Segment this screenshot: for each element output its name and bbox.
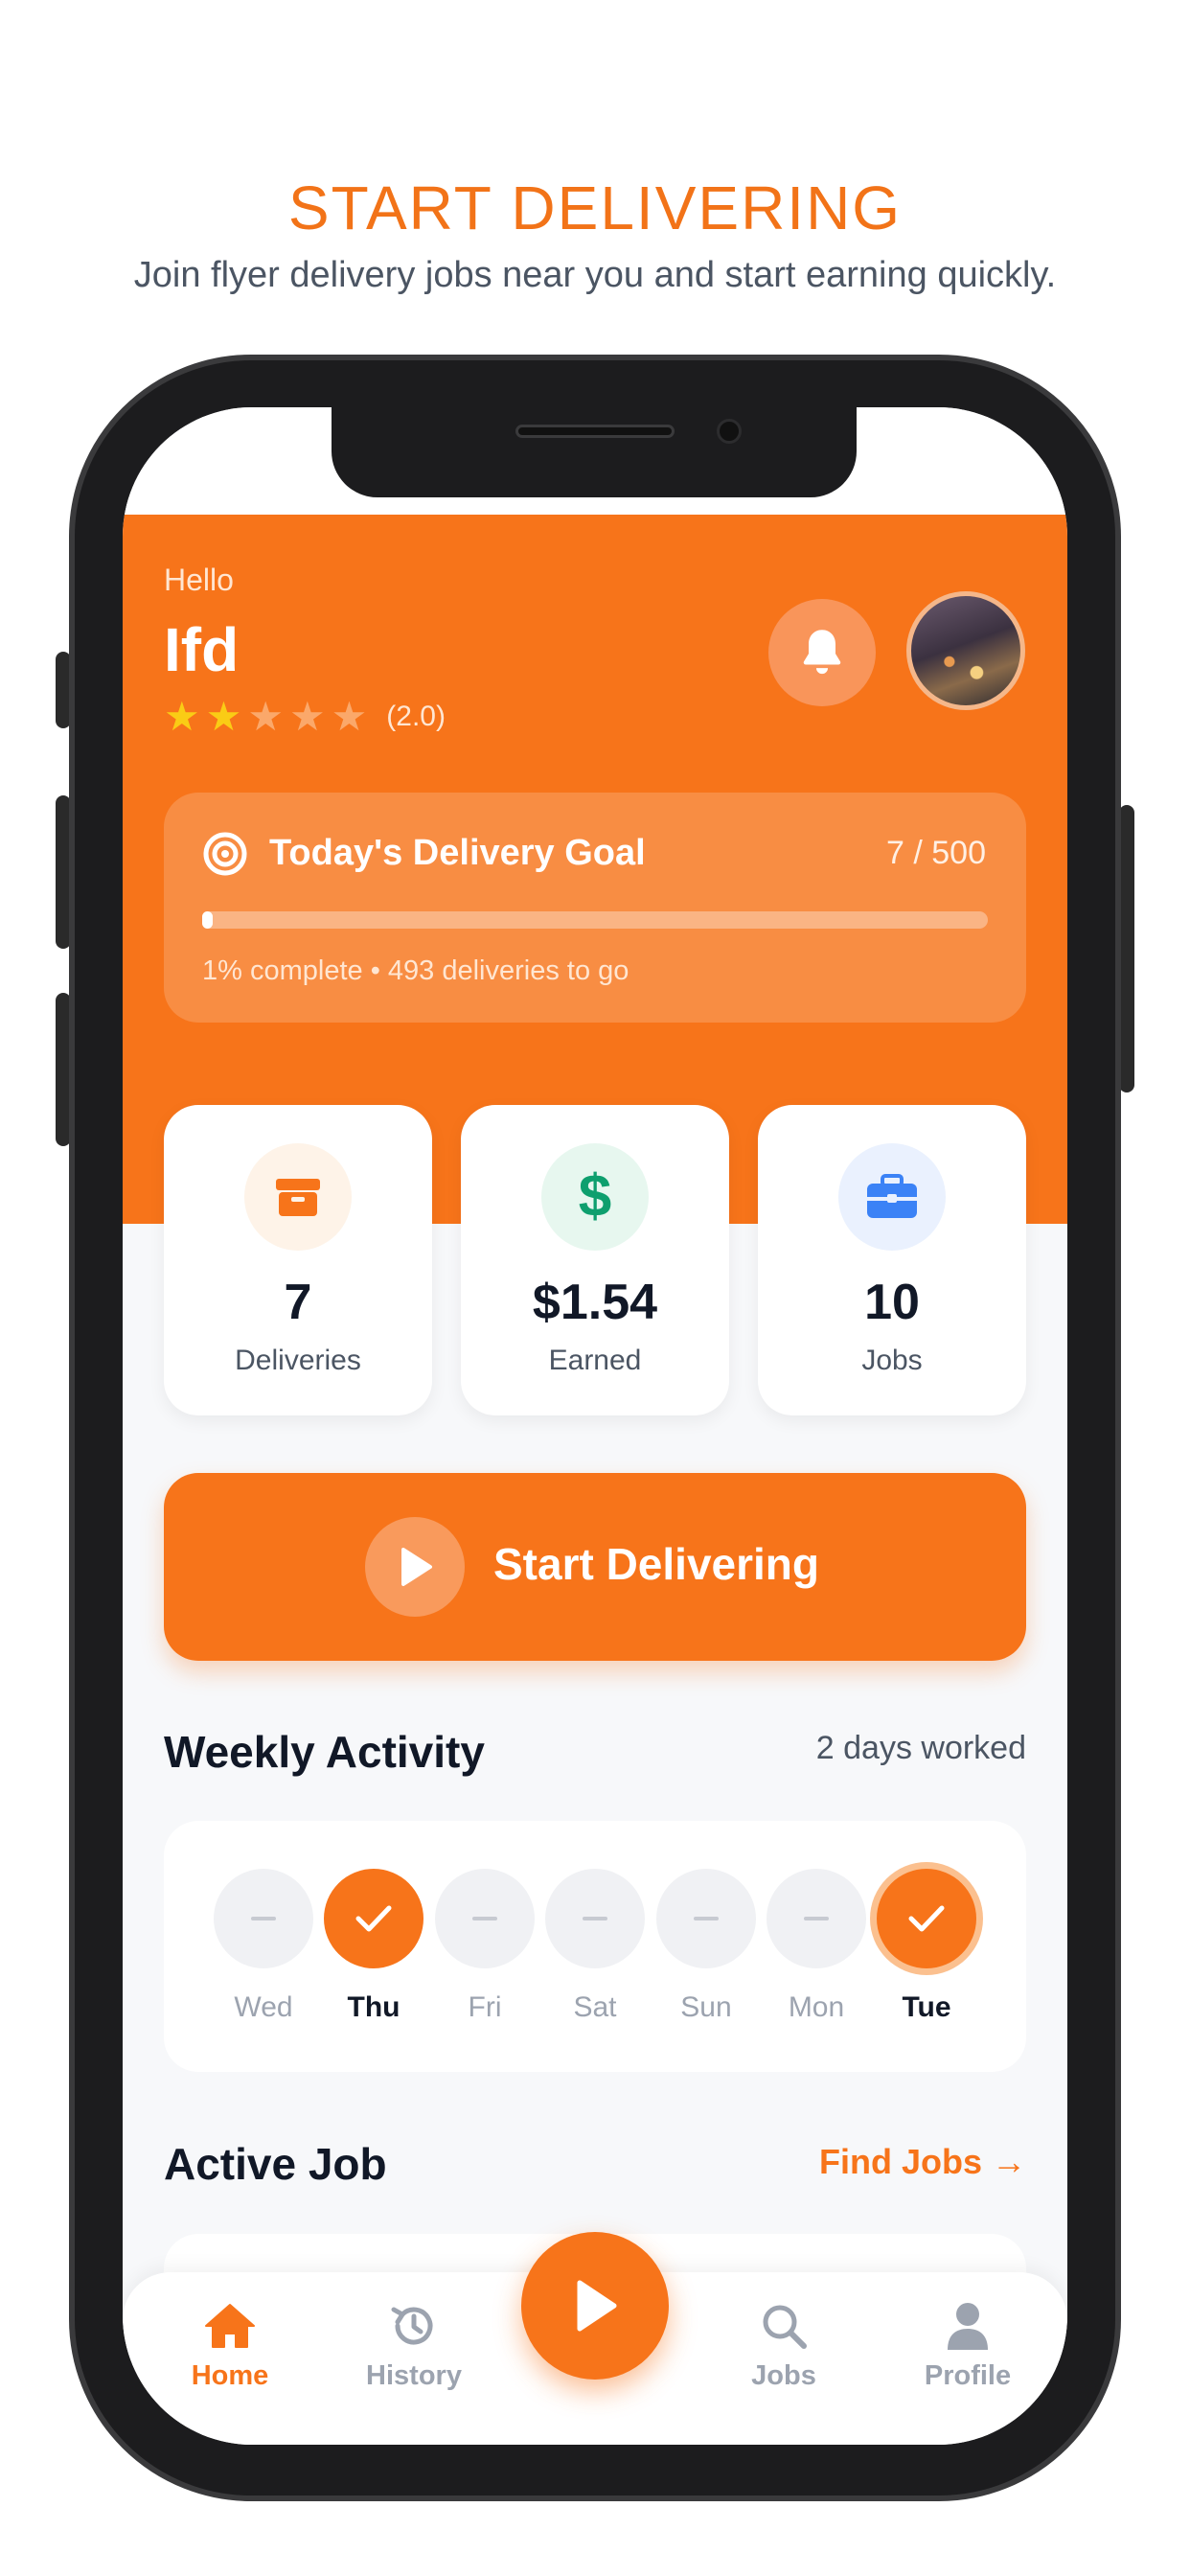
dash-icon — [583, 1917, 607, 1920]
notifications-button[interactable] — [768, 599, 876, 706]
stat-value: 7 — [284, 1275, 312, 1330]
stat-label: Jobs — [861, 1345, 923, 1376]
avatar[interactable] — [906, 591, 1025, 710]
front-camera — [717, 419, 742, 444]
search-icon — [707, 2297, 860, 2355]
day-tue[interactable]: Tue — [877, 1869, 976, 2024]
greeting: Hello — [164, 563, 234, 597]
delivery-goal-card: Today's Delivery Goal 7 / 500 1% complet… — [164, 793, 1026, 1023]
find-jobs-link[interactable]: Find Jobs → — [819, 2142, 1026, 2182]
check-icon — [908, 1905, 945, 1932]
day-mon[interactable]: Mon — [767, 1869, 866, 2024]
day-wed[interactable]: Wed — [214, 1869, 313, 2024]
day-sun[interactable]: Sun — [656, 1869, 756, 2024]
day-label: Tue — [902, 1991, 951, 2023]
tab-jobs[interactable]: Jobs — [707, 2297, 860, 2392]
dash-icon — [694, 1917, 719, 1920]
goal-progress-bar — [202, 911, 988, 929]
speaker-grille — [515, 425, 675, 438]
stat-card-earned[interactable]: $ $1.54 Earned — [461, 1105, 729, 1415]
day-label: Sun — [680, 1991, 732, 2023]
goal-progress-fill — [202, 911, 214, 929]
tab-label: Profile — [924, 2360, 1012, 2391]
day-circle — [767, 1869, 866, 1968]
day-thu[interactable]: Thu — [324, 1869, 423, 2024]
stat-label: Earned — [548, 1345, 642, 1376]
tab-label: Jobs — [751, 2360, 816, 2391]
day-fri[interactable]: Fri — [435, 1869, 535, 2024]
bell-icon — [803, 630, 841, 675]
day-label: Fri — [468, 1991, 502, 2023]
tab-home[interactable]: Home — [153, 2297, 307, 2392]
goal-count: 7 / 500 — [886, 835, 986, 871]
dash-icon — [472, 1917, 497, 1920]
star-icon: ★ — [288, 694, 326, 739]
start-delivering-label: Start Delivering — [493, 1539, 819, 1589]
day-circle — [324, 1869, 423, 1968]
day-label: Thu — [347, 1991, 400, 2023]
play-icon — [577, 2280, 617, 2332]
user-name: Ifd — [164, 615, 240, 684]
promo-title: START DELIVERING — [287, 173, 903, 242]
rating-text: (2.0) — [386, 701, 446, 732]
start-delivery-fab[interactable] — [521, 2232, 669, 2380]
star-icon: ★ — [247, 694, 284, 739]
promo-subtitle: Join flyer delivery jobs near you and st… — [133, 255, 1057, 295]
weekly-activity-card: Wed Thu Fri Sat Sun Mon Tue — [164, 1821, 1026, 2072]
day-circle — [877, 1869, 976, 1968]
package-icon — [244, 1143, 352, 1251]
stat-value: $1.54 — [532, 1275, 658, 1330]
weekly-activity-title: Weekly Activity — [164, 1727, 485, 1777]
rating: ★ ★ ★ ★ ★ (2.0) — [164, 697, 446, 737]
profile-icon — [891, 2297, 1044, 2355]
day-circle — [435, 1869, 535, 1968]
day-circle — [214, 1869, 313, 1968]
days-worked: 2 days worked — [815, 1730, 1026, 1766]
target-icon — [202, 831, 248, 882]
status-bar — [123, 407, 1067, 515]
day-sat[interactable]: Sat — [545, 1869, 645, 2024]
goal-title: Today's Delivery Goal — [269, 833, 646, 873]
tab-label: Home — [191, 2360, 269, 2391]
stat-card-deliveries[interactable]: 7 Deliveries — [164, 1105, 432, 1415]
stat-label: Deliveries — [235, 1345, 361, 1376]
dash-icon — [804, 1917, 829, 1920]
day-label: Wed — [234, 1991, 293, 2023]
phone-notch — [332, 407, 857, 497]
home-icon — [153, 2297, 307, 2355]
phone-power-button — [1119, 805, 1134, 1092]
tab-profile[interactable]: Profile — [891, 2297, 1044, 2392]
dash-icon — [251, 1917, 276, 1920]
play-icon — [365, 1517, 465, 1617]
dollar-icon: $ — [541, 1143, 649, 1251]
day-circle — [545, 1869, 645, 1968]
history-icon — [337, 2297, 491, 2355]
day-label: Sat — [573, 1991, 617, 2023]
stat-card-jobs[interactable]: 10 Jobs — [758, 1105, 1026, 1415]
star-icon: ★ — [164, 694, 200, 739]
active-job-title: Active Job — [164, 2139, 387, 2189]
briefcase-icon — [838, 1143, 946, 1251]
start-delivering-button[interactable]: Start Delivering — [164, 1473, 1026, 1661]
star-icon: ★ — [205, 694, 242, 739]
star-icon: ★ — [331, 694, 368, 739]
stat-value: 10 — [864, 1275, 920, 1330]
check-icon — [355, 1905, 392, 1932]
day-circle — [656, 1869, 756, 1968]
day-label: Mon — [788, 1991, 845, 2023]
app-screen: Hello Ifd ★ ★ ★ ★ ★ (2.0) Today's Delive… — [123, 407, 1067, 2445]
goal-note: 1% complete • 493 deliveries to go — [202, 955, 629, 986]
tab-label: History — [366, 2360, 462, 2391]
tab-history[interactable]: History — [337, 2297, 491, 2392]
